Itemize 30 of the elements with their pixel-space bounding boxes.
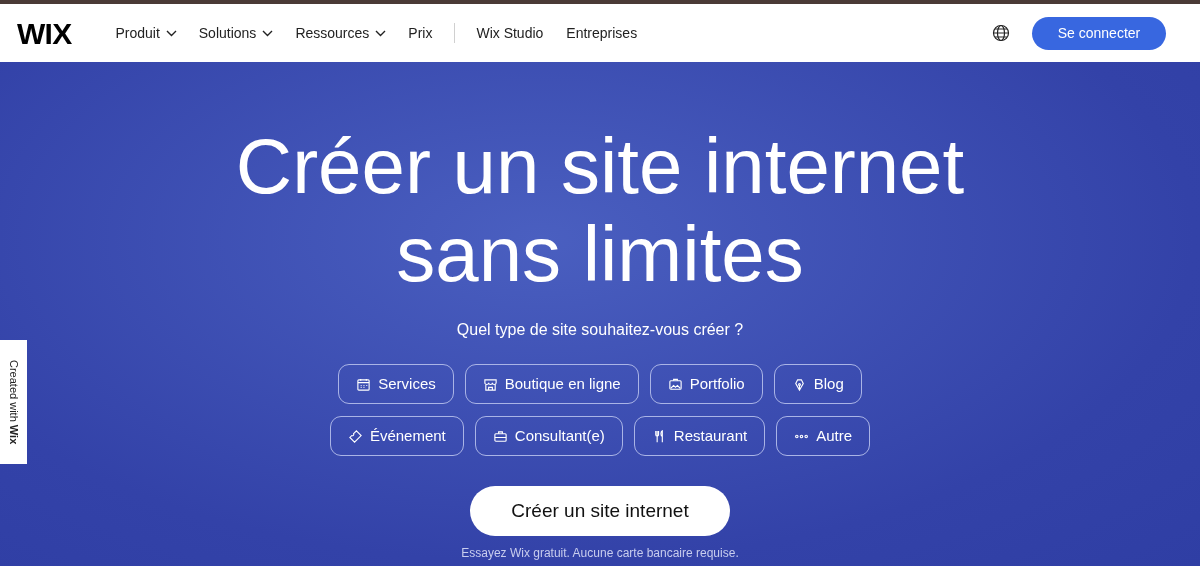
- chevron-down-icon: [262, 29, 274, 37]
- nav-link[interactable]: Entreprises: [566, 22, 638, 44]
- site-type-option[interactable]: Consultant(e): [474, 416, 623, 456]
- nav-link[interactable]: Ressources: [295, 22, 387, 44]
- free-trial-note: Essayez Wix gratuit. Aucune carte bancaire requise.: [461, 545, 739, 562]
- calendar-icon: [356, 376, 372, 392]
- chevron-down-icon: [165, 29, 177, 37]
- nav-link[interactable]: Wix Studio: [476, 22, 544, 44]
- site-type-option[interactable]: Autre: [776, 416, 871, 456]
- ticket-icon: [347, 428, 363, 444]
- login-button[interactable]: Se connecter: [1032, 16, 1166, 50]
- site-type-option[interactable]: Services: [338, 364, 454, 404]
- site-type-option[interactable]: Boutique en ligne: [464, 364, 639, 404]
- hero-title: Créer un site internet sans limites: [235, 122, 965, 298]
- store-icon: [482, 376, 498, 392]
- hero-question: Quel type de site souhaitez-vous créer ?: [456, 320, 744, 340]
- nav-link[interactable]: Prix: [408, 22, 433, 44]
- logo[interactable]: WIX: [17, 10, 72, 56]
- site-type-option[interactable]: Portfolio: [649, 364, 763, 404]
- briefcase-icon: [492, 428, 508, 444]
- image-icon: [667, 376, 683, 392]
- nav-link[interactable]: Produit: [115, 22, 177, 44]
- site-type-option[interactable]: Événement: [329, 416, 464, 456]
- nav-link[interactable]: Solutions: [198, 22, 274, 44]
- created-with-wix-tab[interactable]: Created with Wix: [0, 340, 27, 464]
- site-type-option[interactable]: Restaurant: [633, 416, 766, 456]
- create-site-button[interactable]: Créer un site internet: [470, 486, 730, 536]
- globe-icon[interactable]: [992, 24, 1010, 42]
- chevron-down-icon: [375, 29, 387, 37]
- site-type-option[interactable]: Blog: [773, 364, 862, 404]
